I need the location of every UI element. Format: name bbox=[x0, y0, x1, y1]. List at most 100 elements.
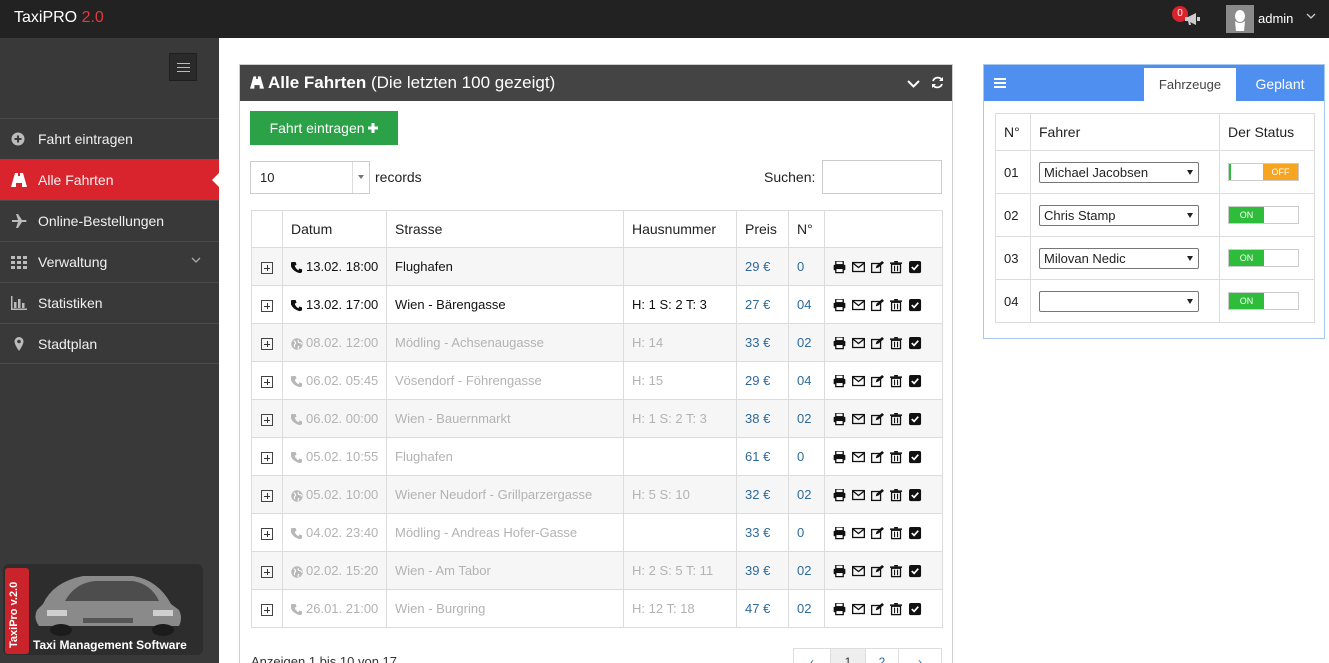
notifications-button[interactable]: 0 bbox=[1172, 6, 1202, 30]
driver-select[interactable] bbox=[1039, 290, 1199, 312]
edit-icon[interactable] bbox=[871, 451, 884, 464]
trash-icon[interactable] bbox=[890, 451, 903, 464]
edit-icon[interactable] bbox=[871, 489, 884, 502]
brand-logo[interactable]: TaxiPRO 2.0 bbox=[14, 9, 104, 27]
tab-fahrzeuge[interactable]: Fahrzeuge bbox=[1144, 68, 1236, 101]
driver-select[interactable]: Milovan Nedic bbox=[1039, 247, 1199, 269]
trash-icon[interactable] bbox=[890, 337, 903, 350]
table-row[interactable]: 05.02. 10:00 Wiener Neudorf - Grillparzer… bbox=[251, 475, 943, 514]
table-row[interactable]: 04.02. 23:40 Mödling - Andreas Hofer-Gass… bbox=[251, 513, 943, 552]
table-row[interactable]: 26.01. 21:00 Wien - Burgring H: 12 T: 18 47… bbox=[251, 589, 943, 628]
menu-icon[interactable] bbox=[994, 78, 1006, 88]
column-header-preis[interactable]: Preis bbox=[736, 210, 789, 248]
sidebar-item-alle-fahrten[interactable]: Alle Fahrten bbox=[0, 159, 220, 200]
table-row[interactable]: 05.02. 10:55 Flughafen 61 €0 bbox=[251, 437, 943, 476]
trash-icon[interactable] bbox=[890, 603, 903, 616]
table-row[interactable]: 13.02. 17:00 Wien - Bärengasse H: 1 S: 2 T… bbox=[251, 285, 943, 324]
driver-select[interactable]: Michael Jacobsen bbox=[1039, 161, 1199, 183]
column-header-strasse[interactable]: Strasse bbox=[386, 210, 624, 248]
pagination-next[interactable]: › bbox=[898, 648, 942, 663]
trash-icon[interactable] bbox=[890, 375, 903, 388]
expand-row-icon[interactable] bbox=[261, 413, 273, 426]
table-row[interactable]: 06.02. 00:00 Wien - Bauernmarkt H: 1 S: 2 … bbox=[251, 399, 943, 438]
pagination-prev[interactable]: ‹ bbox=[793, 648, 831, 663]
trash-icon[interactable] bbox=[890, 261, 903, 274]
print-icon[interactable] bbox=[833, 375, 846, 388]
trash-icon[interactable] bbox=[890, 527, 903, 540]
checkbox-checked-icon[interactable] bbox=[909, 261, 922, 274]
column-header-datum[interactable]: Datum bbox=[282, 210, 387, 248]
expand-row-icon[interactable] bbox=[261, 299, 273, 312]
sidebar-item-online-bestellungen[interactable]: Online-Bestellungen bbox=[0, 200, 219, 241]
table-row[interactable]: 13.02. 18:00 Flughafen 29 €0 bbox=[251, 247, 943, 286]
table-row[interactable]: 08.02. 12:00 Mödling - Achsenaugasse H: 14… bbox=[251, 323, 943, 362]
edit-icon[interactable] bbox=[871, 261, 884, 274]
status-toggle[interactable]: OFF bbox=[1228, 163, 1299, 181]
tab-geplant[interactable]: Geplant bbox=[1236, 68, 1324, 101]
checkbox-checked-icon[interactable] bbox=[909, 565, 922, 578]
status-toggle[interactable]: ON bbox=[1228, 206, 1299, 224]
edit-icon[interactable] bbox=[871, 375, 884, 388]
pagination-page-1[interactable]: 1 bbox=[830, 648, 866, 663]
print-icon[interactable] bbox=[833, 451, 846, 464]
checkbox-checked-icon[interactable] bbox=[909, 489, 922, 502]
expand-row-icon[interactable] bbox=[261, 261, 273, 274]
edit-icon[interactable] bbox=[871, 413, 884, 426]
expand-row-icon[interactable] bbox=[261, 603, 273, 616]
print-icon[interactable] bbox=[833, 489, 846, 502]
edit-icon[interactable] bbox=[871, 603, 884, 616]
page-length-select[interactable]: 10 bbox=[250, 161, 370, 194]
column-header-hausnummer[interactable]: Hausnummer bbox=[623, 210, 737, 248]
envelope-icon[interactable] bbox=[852, 489, 865, 502]
sidebar-toggle-button[interactable] bbox=[169, 53, 197, 81]
trash-icon[interactable] bbox=[890, 299, 903, 312]
collapse-button[interactable] bbox=[907, 77, 921, 92]
checkbox-checked-icon[interactable] bbox=[909, 299, 922, 312]
envelope-icon[interactable] bbox=[852, 603, 865, 616]
pagination-page-2[interactable]: 2 bbox=[865, 648, 899, 663]
envelope-icon[interactable] bbox=[852, 527, 865, 540]
checkbox-checked-icon[interactable] bbox=[909, 337, 922, 350]
table-row[interactable]: 06.02. 05:45 Vösendorf - Föhrengasse H: 15… bbox=[251, 361, 943, 400]
envelope-icon[interactable] bbox=[852, 565, 865, 578]
status-toggle[interactable]: ON bbox=[1228, 249, 1299, 267]
refresh-button[interactable] bbox=[931, 76, 944, 92]
driver-select[interactable]: Chris Stamp bbox=[1039, 204, 1199, 226]
checkbox-checked-icon[interactable] bbox=[909, 527, 922, 540]
edit-icon[interactable] bbox=[871, 527, 884, 540]
print-icon[interactable] bbox=[833, 527, 846, 540]
envelope-icon[interactable] bbox=[852, 299, 865, 312]
expand-row-icon[interactable] bbox=[261, 527, 273, 540]
search-input[interactable] bbox=[822, 160, 942, 194]
column-header-nr[interactable]: N° bbox=[788, 210, 825, 248]
expand-row-icon[interactable] bbox=[261, 337, 273, 350]
sidebar-item-verwaltung[interactable]: Verwaltung bbox=[0, 241, 219, 282]
add-ride-button[interactable]: Fahrt eintragen bbox=[250, 111, 398, 145]
edit-icon[interactable] bbox=[871, 565, 884, 578]
print-icon[interactable] bbox=[833, 603, 846, 616]
print-icon[interactable] bbox=[833, 413, 846, 426]
expand-row-icon[interactable] bbox=[261, 489, 273, 502]
edit-icon[interactable] bbox=[871, 299, 884, 312]
sidebar-item-statistiken[interactable]: Statistiken bbox=[0, 282, 219, 323]
expand-row-icon[interactable] bbox=[261, 375, 273, 388]
trash-icon[interactable] bbox=[890, 489, 903, 502]
envelope-icon[interactable] bbox=[852, 261, 865, 274]
trash-icon[interactable] bbox=[890, 565, 903, 578]
expand-row-icon[interactable] bbox=[261, 565, 273, 578]
print-icon[interactable] bbox=[833, 337, 846, 350]
checkbox-checked-icon[interactable] bbox=[909, 451, 922, 464]
edit-icon[interactable] bbox=[871, 337, 884, 350]
table-row[interactable]: 02.02. 15:20 Wien - Am Tabor H: 2 S: 5 T: … bbox=[251, 551, 943, 590]
print-icon[interactable] bbox=[833, 299, 846, 312]
print-icon[interactable] bbox=[833, 261, 846, 274]
checkbox-checked-icon[interactable] bbox=[909, 413, 922, 426]
checkbox-checked-icon[interactable] bbox=[909, 375, 922, 388]
envelope-icon[interactable] bbox=[852, 451, 865, 464]
status-toggle[interactable]: ON bbox=[1228, 292, 1299, 310]
trash-icon[interactable] bbox=[890, 413, 903, 426]
sidebar-item-fahrt-eintragen[interactable]: Fahrt eintragen bbox=[0, 118, 219, 159]
envelope-icon[interactable] bbox=[852, 375, 865, 388]
print-icon[interactable] bbox=[833, 565, 846, 578]
expand-row-icon[interactable] bbox=[261, 451, 273, 464]
